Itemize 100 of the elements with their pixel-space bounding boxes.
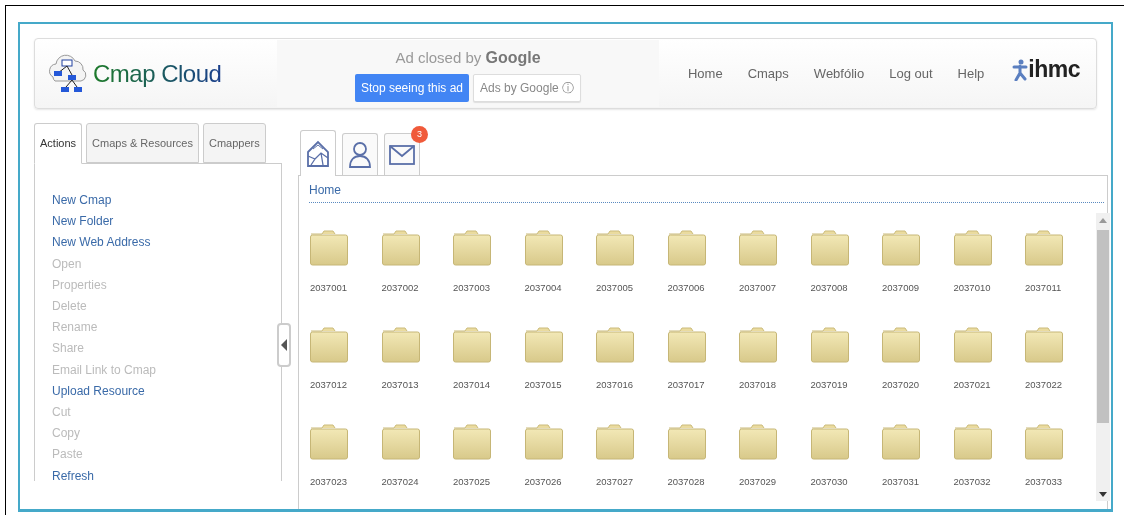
nav-link[interactable]: Log out <box>889 63 933 84</box>
folder-item[interactable]: 2037028 <box>666 424 738 501</box>
nav-link[interactable]: Home <box>687 63 723 84</box>
nav-link[interactable]: Webfólio <box>813 63 865 84</box>
folder-item[interactable]: 2037003 <box>452 230 524 307</box>
folder-name: 2037028 <box>667 475 705 489</box>
icon-tab[interactable] <box>300 130 336 176</box>
folder-icon <box>310 424 348 460</box>
collapse-panel-button[interactable] <box>277 323 291 367</box>
folder-icon <box>739 327 777 363</box>
folder-item[interactable]: 2037008 <box>809 230 881 307</box>
panel-tab[interactable]: Cmaps & Resources <box>86 123 199 163</box>
folder-name: 2037001 <box>310 281 347 295</box>
folder-item[interactable]: 2037001 <box>309 230 381 307</box>
folder-name: 2037010 <box>953 281 991 295</box>
folder-item[interactable]: 2037016 <box>595 327 667 404</box>
folder-item[interactable]: 2037012 <box>309 327 381 404</box>
folder-name: 2037018 <box>739 378 776 392</box>
folder-icon <box>596 230 634 266</box>
folder-name: 2037017 <box>667 378 705 392</box>
folder-icon <box>739 424 777 460</box>
folder-item[interactable]: 2037002 <box>380 230 452 307</box>
folder-icon <box>953 327 992 363</box>
folder-icon <box>596 424 634 460</box>
folder-item[interactable]: 2037007 <box>738 230 810 307</box>
folder-item[interactable]: 2037011 <box>1024 230 1096 307</box>
folder-item[interactable]: 2037033 <box>1024 424 1096 501</box>
person-icon <box>348 139 372 170</box>
folder-icon <box>453 230 491 266</box>
folder-item[interactable]: 2037015 <box>523 327 595 404</box>
folder-name: 2037026 <box>524 475 562 489</box>
folder-item[interactable]: 2037021 <box>952 327 1024 404</box>
folder-item[interactable]: 2037023 <box>309 424 381 501</box>
folder-item[interactable]: 2037032 <box>952 424 1024 501</box>
folder-icon <box>1025 327 1063 363</box>
vertical-scrollbar[interactable] <box>1095 213 1110 501</box>
stop-seeing-ad-button[interactable]: Stop seeing this ad <box>354 73 469 102</box>
folder-item[interactable]: 2037005 <box>595 230 667 307</box>
folder-item[interactable]: 2037029 <box>738 424 810 501</box>
nav-link[interactable]: Help <box>957 63 985 84</box>
running-figure-icon <box>1012 58 1029 81</box>
notification-count-badge: 3 <box>411 126 428 143</box>
folder-name: 2037030 <box>810 475 848 489</box>
folder-name: 2037016 <box>596 378 633 392</box>
action-link[interactable]: Upload Resource <box>52 380 281 403</box>
folder-icon <box>810 230 849 266</box>
folder-name: 2037023 <box>310 475 347 489</box>
ads-by-google-button[interactable]: Ads by Google ⓘ <box>473 73 582 102</box>
folder-icon <box>453 424 491 460</box>
folder-item[interactable]: 2037009 <box>881 230 953 307</box>
folder-item[interactable]: 2037019 <box>809 327 881 404</box>
folder-item[interactable]: 2037024 <box>380 424 452 501</box>
folder-icon <box>381 327 420 363</box>
folder-icon <box>882 327 920 363</box>
folder-icon <box>524 424 563 460</box>
folder-name: 2037003 <box>453 281 490 295</box>
action-link[interactable]: New Folder <box>52 211 281 233</box>
folder-name: 2037021 <box>953 378 991 392</box>
folder-name: 2037011 <box>1025 281 1062 295</box>
folder-item[interactable]: 2037027 <box>595 424 667 501</box>
icon-tab[interactable] <box>384 133 420 175</box>
folder-name: 2037029 <box>739 475 776 489</box>
folder-item[interactable]: 2037025 <box>452 424 524 501</box>
brand-wordmark: ihmc <box>1028 55 1080 85</box>
folder-item[interactable]: 2037014 <box>452 327 524 404</box>
folder-icon <box>381 230 420 266</box>
folder-item[interactable]: 2037020 <box>881 327 953 404</box>
folder-icon <box>1025 230 1063 266</box>
folder-item[interactable]: 2037017 <box>666 327 738 404</box>
folder-icon <box>953 424 992 460</box>
folder-name: 2037005 <box>596 281 633 295</box>
folder-item[interactable]: 2037030 <box>809 424 881 501</box>
folder-item[interactable]: 2037022 <box>1024 327 1096 404</box>
action-link[interactable]: Refresh <box>52 465 281 487</box>
action-link[interactable]: New Cmap <box>52 190 281 212</box>
folder-icon <box>524 327 563 363</box>
panel-tab[interactable]: Cmappers <box>202 123 266 163</box>
folder-item[interactable]: 2037006 <box>666 230 738 307</box>
folder-item[interactable]: 2037031 <box>881 424 953 501</box>
action-link[interactable]: New Web Address <box>52 232 281 254</box>
folder-name: 2037032 <box>953 475 991 489</box>
folder-item[interactable]: 2037010 <box>952 230 1024 307</box>
folder-icon <box>381 424 420 460</box>
folder-icon <box>1025 424 1063 460</box>
folder-name: 2037025 <box>453 475 490 489</box>
folder-item[interactable]: 2037026 <box>523 424 595 501</box>
nav-link[interactable]: Cmaps <box>747 63 789 84</box>
folder-name: 2037006 <box>667 281 705 295</box>
folder-icon <box>667 424 706 460</box>
folder-icon <box>667 230 706 266</box>
folder-item[interactable]: 2037013 <box>380 327 452 404</box>
folder-name: 2037009 <box>882 281 919 295</box>
panel-tab[interactable]: Actions <box>34 123 83 164</box>
breadcrumb-link[interactable]: Home <box>309 181 341 199</box>
folder-item[interactable]: 2037018 <box>738 327 810 404</box>
folder-icon <box>453 327 491 363</box>
folder-icon <box>810 327 849 363</box>
icon-tab[interactable] <box>342 133 378 175</box>
folder-name: 2037020 <box>882 378 919 392</box>
folder-item[interactable]: 2037004 <box>523 230 595 307</box>
